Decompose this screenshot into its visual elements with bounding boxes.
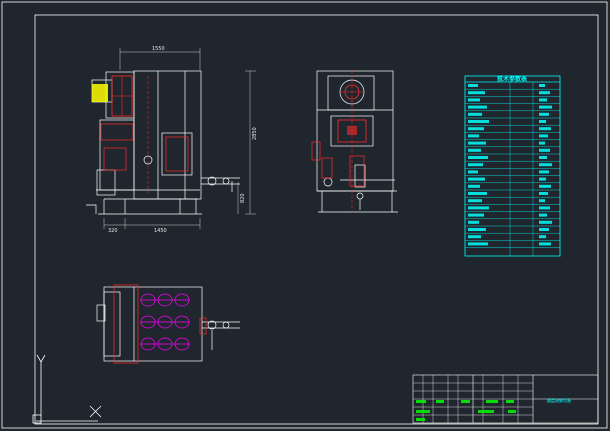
front-view-motor <box>92 75 149 195</box>
dim-top-width: 1550 <box>152 46 165 52</box>
table-cell-mark <box>539 220 552 224</box>
table-cell-mark <box>468 228 486 231</box>
table-cell-mark <box>539 213 547 217</box>
table-cell-mark <box>468 206 489 210</box>
table-cell-mark <box>539 141 545 145</box>
ucs-icon <box>32 354 102 424</box>
title-block-cell-mark <box>416 400 426 403</box>
table-cell-mark <box>468 91 485 95</box>
table-cell-mark <box>539 184 551 188</box>
table-cell-mark <box>539 170 549 174</box>
sheet-border <box>1 1 608 429</box>
table-cell-mark <box>468 192 487 195</box>
title-block-cell-mark <box>486 400 498 403</box>
table-cell-mark <box>539 235 546 239</box>
table-cell-mark <box>468 242 488 246</box>
table-cell-mark <box>539 134 548 138</box>
table-cell-mark <box>468 127 484 131</box>
table-cell-mark <box>539 91 550 95</box>
table-cell-mark <box>539 120 546 123</box>
parameter-table-title: 技术参数表 <box>497 75 528 83</box>
table-cell-mark <box>539 192 548 195</box>
table-cell-mark <box>468 220 479 224</box>
dim-right-lower: 820 <box>240 193 246 203</box>
table-cell-mark <box>468 84 478 87</box>
table-cell-mark <box>468 112 482 116</box>
table-cell-mark <box>539 242 551 246</box>
table-cell-mark <box>468 235 481 239</box>
table-cell-mark <box>539 112 549 116</box>
table-cell-mark <box>468 199 482 203</box>
table-cell-mark <box>468 141 486 145</box>
table-cell-mark <box>468 105 487 109</box>
table-cell-mark <box>468 170 478 174</box>
table-cell-mark <box>468 163 483 167</box>
table-cell-mark <box>539 148 550 152</box>
table-cell-mark <box>539 199 545 203</box>
table-cell-mark <box>468 148 481 152</box>
table-cell-mark <box>539 163 552 167</box>
title-block-cell-mark <box>416 410 430 413</box>
table-cell-mark <box>468 134 479 138</box>
table-cell-mark <box>468 120 489 123</box>
parameter-table <box>464 75 561 257</box>
table-cell-mark <box>539 228 549 231</box>
table-cell-mark <box>539 84 545 87</box>
title-block-cell-mark <box>436 400 444 403</box>
title-block-cell-mark <box>478 410 494 413</box>
table-cell-mark <box>539 98 547 102</box>
table-cell-mark <box>539 206 550 210</box>
parameter-table-rows <box>465 81 560 256</box>
dim-bottom-mid: 1450 <box>154 228 167 234</box>
table-cell-mark <box>539 177 546 181</box>
title-block-cell-mark <box>506 400 514 403</box>
title-block-cell-mark <box>416 418 425 421</box>
title-block-cell-mark <box>461 400 470 403</box>
table-cell-mark <box>468 213 484 217</box>
table-cell-mark <box>468 98 480 102</box>
table-cell-mark <box>468 156 488 159</box>
table-cell-mark <box>539 156 547 159</box>
table-cell-mark <box>468 177 485 181</box>
title-block-drawing-name: 圆盘溶解设备 <box>547 397 571 403</box>
cad-drawing-canvas[interactable]: 1550 2850 820 320 1450 技术参数表 圆盘溶解设备 <box>0 0 610 431</box>
dim-bottom-left: 320 <box>108 228 118 234</box>
title-block-cell-mark <box>508 410 516 413</box>
table-cell-mark <box>468 184 480 188</box>
table-cell-mark <box>539 127 551 131</box>
plan-view <box>96 286 240 362</box>
dim-right-height: 2850 <box>252 127 258 140</box>
table-cell-mark <box>539 105 552 109</box>
front-view <box>86 70 240 215</box>
plan-view-discs <box>113 284 207 364</box>
